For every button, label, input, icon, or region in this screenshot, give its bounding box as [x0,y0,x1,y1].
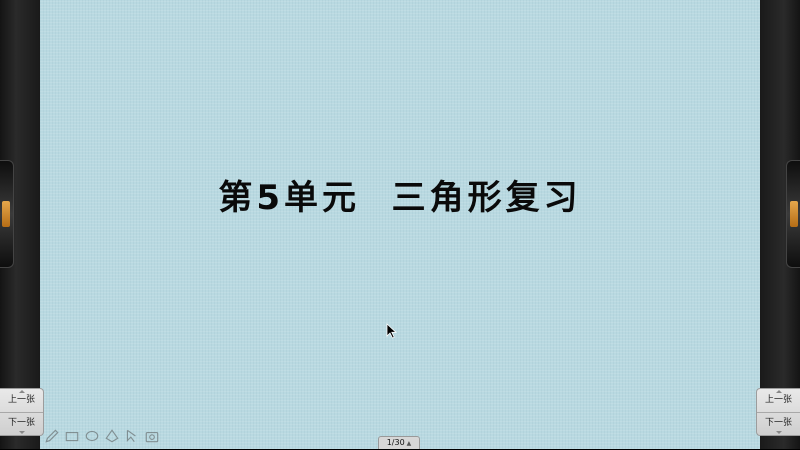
prev-slide-button[interactable]: 上一张 [0,389,43,413]
next-slide-button[interactable]: 下一张 [757,412,800,435]
annotation-toolbar [44,428,160,444]
prev-slide-label: 上一张 [7,395,35,405]
arrow-down-icon [18,431,25,434]
prev-slide-label: 上一张 [764,395,792,405]
page-number: 1/30 [386,438,405,447]
slide-title: 第5单元 三角形复习 [218,178,582,218]
grip-icon [2,201,10,227]
next-slide-label: 下一张 [7,418,35,428]
arrow-up-icon [775,390,782,393]
arrow-up-icon [18,390,25,393]
eraser-icon[interactable] [64,428,80,444]
camera-icon[interactable] [144,428,160,444]
slide-canvas[interactable]: 第5单元 三角形复习 [40,0,760,449]
right-sidebar [760,0,800,449]
grip-icon [790,201,798,227]
page-indicator[interactable]: 1/30 ▲ [378,436,420,449]
caret-up-icon: ▲ [406,440,412,447]
prev-slide-button[interactable]: 上一张 [757,389,800,413]
shape-icon[interactable] [104,428,120,444]
mouse-cursor-icon [386,323,398,339]
left-nav-panel: 上一张 下一张 [0,388,44,436]
highlighter-icon[interactable] [84,428,100,444]
next-slide-button[interactable]: 下一张 [0,412,43,435]
left-edge-handle[interactable] [0,160,14,268]
right-edge-handle[interactable] [786,160,800,268]
arrow-down-icon [775,431,782,434]
next-slide-label: 下一张 [764,418,792,428]
right-nav-panel: 上一张 下一张 [756,388,800,436]
pointer-icon[interactable] [124,428,140,444]
pen-icon[interactable] [44,428,60,444]
left-sidebar [0,0,40,449]
